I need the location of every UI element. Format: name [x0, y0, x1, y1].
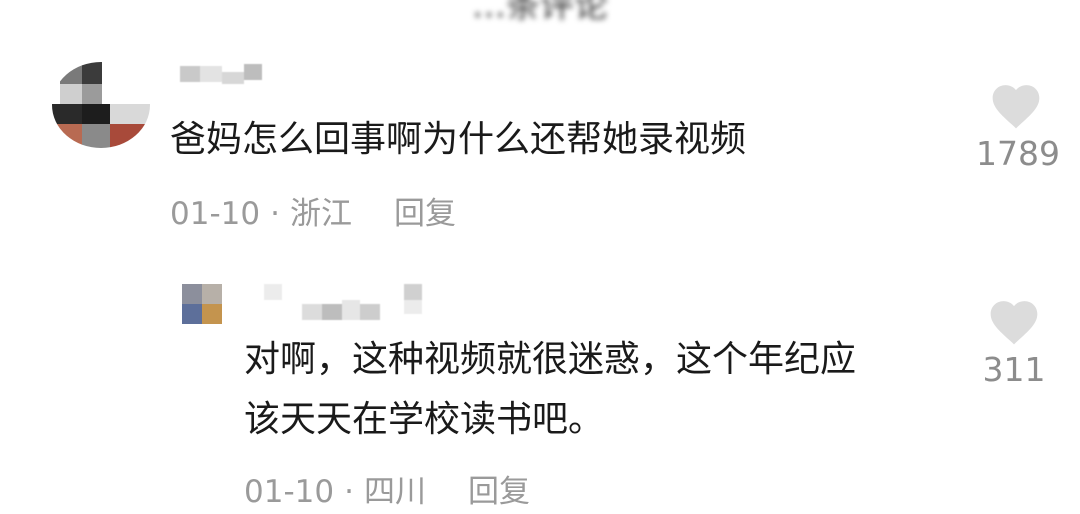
reply-text-line2: 该天天在学校读书吧。 [244, 399, 605, 440]
reply-text: 对啊，这种视频就很迷惑，这个年纪应 该天天在学校读书吧。 [244, 330, 856, 450]
like-count: 1789 [976, 134, 1060, 173]
like-button[interactable]: 1789 [976, 80, 1060, 173]
comment-meta: 01-10 · 浙江 回复 [170, 188, 456, 233]
reply-username[interactable] [258, 284, 428, 324]
meta-separator: · [344, 474, 354, 510]
comment-date: 01-10 [170, 196, 261, 232]
comments-header-title: …条评论 [472, 0, 608, 26]
username[interactable] [180, 62, 265, 86]
comment-text: 爸妈怎么回事啊为什么还帮她录视频 [170, 119, 747, 160]
heart-icon [990, 301, 1038, 345]
avatar[interactable] [52, 62, 150, 148]
reply-like-count: 311 [982, 350, 1046, 389]
reply-button[interactable]: 回复 [468, 474, 530, 510]
reply-like-button[interactable]: 311 [974, 296, 1054, 389]
reply-location: 四川 [363, 474, 426, 510]
reply-avatar[interactable] [182, 284, 222, 324]
reply-text-line1: 对啊，这种视频就很迷惑，这个年纪应 [244, 339, 857, 380]
reply-date: 01-10 [244, 474, 335, 510]
meta-separator: · [270, 196, 280, 232]
heart-icon [992, 85, 1040, 129]
reply-button[interactable]: 回复 [394, 196, 456, 232]
reply-meta: 01-10 · 四川 回复 [244, 466, 530, 511]
comment-location: 浙江 [289, 196, 352, 232]
